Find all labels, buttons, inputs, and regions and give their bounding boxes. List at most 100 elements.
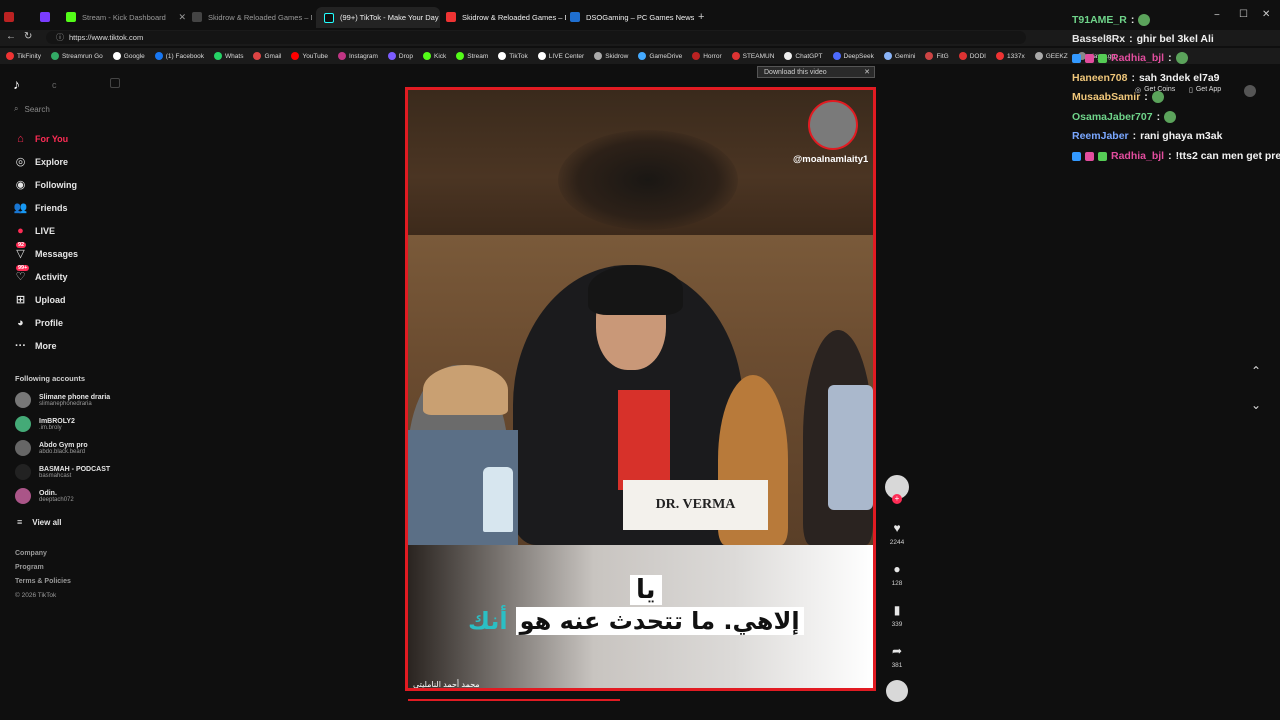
nav-item-profile[interactable]: ◕ Profile: [14, 316, 63, 329]
tab-skidrow-2[interactable]: Skidrow & Reloaded Games – Do✕: [446, 8, 566, 26]
bookmark-item[interactable]: (1) Facebook: [154, 52, 204, 60]
like-button[interactable]: ♥ 2244: [885, 521, 909, 546]
close-icon[interactable]: ✕: [864, 68, 870, 76]
bookmark-item[interactable]: Google: [112, 52, 145, 60]
tab-skidrow-1[interactable]: Skidrow & Reloaded Games – Do✕: [192, 8, 312, 26]
chat-badge-icon: [1085, 53, 1094, 63]
tab-tiktok-active[interactable]: (99+) TikTok - Make Your Day✕: [316, 7, 440, 28]
reload-icon[interactable]: ↻: [24, 31, 32, 42]
footer-terms-link[interactable]: Terms & Policies: [15, 578, 71, 585]
video-progress-bar[interactable]: [408, 699, 620, 701]
follow-plus-icon[interactable]: +: [892, 494, 902, 504]
bookmark-item[interactable]: Drop: [387, 52, 413, 60]
bookmark-item[interactable]: GameDrive: [638, 52, 682, 60]
comment-button[interactable]: ● 128: [885, 562, 909, 587]
bookmark-item[interactable]: TikFinity: [6, 52, 41, 60]
bookmark-item[interactable]: ChatGPT: [784, 52, 823, 60]
bookmark-item[interactable]: GEEKZ: [1034, 52, 1068, 60]
nav-item-friends[interactable]: 👥 Friends: [14, 201, 68, 214]
bookmark-favicon-icon: [214, 52, 223, 60]
view-all-link[interactable]: ≡ View all: [17, 517, 61, 527]
previous-video-icon[interactable]: ⌃: [1251, 364, 1261, 378]
tiktok-logo-icon[interactable]: ♪: [13, 76, 20, 92]
tiktok-sidebar: ♪ c ⌕ Search ⌂ For You ◎ Explore ◉ Following 👥…: [0, 66, 260, 720]
get-app-button[interactable]: ▯ Get App: [1189, 86, 1221, 94]
window-minimize-icon[interactable]: −: [1214, 10, 1220, 21]
bookmark-item[interactable]: YouTube: [291, 52, 328, 60]
friends-icon: 👥: [13, 202, 28, 214]
bookmark-item[interactable]: TikTok: [498, 52, 528, 60]
account-name: Odin.: [39, 489, 57, 497]
bookmark-item[interactable]: DODI: [958, 52, 986, 60]
share-button[interactable]: ➦ 381: [885, 644, 909, 669]
author-follow-avatar[interactable]: +: [885, 475, 909, 504]
user-avatar[interactable]: [1244, 85, 1256, 97]
following-account[interactable]: BASMAH - PODCAST basmahcast: [15, 464, 110, 480]
window-close-icon[interactable]: ✕: [1262, 9, 1270, 20]
bookmark-item[interactable]: Streamrun Go: [50, 52, 103, 60]
chat-username: T91AME_R: [1072, 14, 1127, 26]
back-icon[interactable]: ←: [6, 31, 16, 42]
search-input[interactable]: ⌕ Search: [14, 104, 50, 114]
bookmark-item[interactable]: 1337x: [995, 52, 1025, 60]
video-player[interactable]: DR. VERMA يا أنك إلاهي. ما تتحدث عنه هو …: [405, 87, 876, 691]
chat-username: Haneen708: [1072, 72, 1128, 84]
footer-program-link[interactable]: Program: [15, 564, 44, 571]
nav-label: Activity: [35, 271, 68, 282]
account-name: Abdo Gym pro: [39, 441, 88, 449]
tab-close-icon[interactable]: ✕: [178, 12, 186, 23]
window-maximize-icon[interactable]: ☐: [1239, 9, 1248, 20]
nav-item-messages[interactable]: ▽ 92 Messages: [14, 242, 78, 260]
subtitle-line-2: أنك إلاهي. ما تتحدث عنه هو: [468, 607, 804, 635]
url-field[interactable]: ⓘ https://www.tiktok.com: [46, 31, 1026, 44]
nav-item-following[interactable]: ◉ Following: [14, 178, 77, 191]
tab-pinned-2[interactable]: [40, 8, 60, 26]
bookmark-item[interactable]: Instagram: [338, 52, 378, 60]
save-button[interactable]: ▮ 339: [885, 603, 909, 628]
tab-dsogaming[interactable]: DSOGaming – PC Games News, S✕: [570, 8, 694, 26]
next-video-icon[interactable]: ⌄: [1251, 398, 1261, 412]
search-icon: ⌕: [14, 104, 19, 113]
nav-item-for-you[interactable]: ⌂ For You: [14, 132, 68, 145]
chat-badge-icon: [1098, 151, 1107, 161]
avatar: [15, 464, 31, 480]
bookmark-favicon-icon: [498, 52, 507, 60]
bookmark-favicon-icon: [1034, 52, 1043, 60]
following-account[interactable]: Odin. deeptach072: [15, 488, 74, 504]
nav-item-upload[interactable]: ⊞ Upload: [14, 293, 66, 306]
nav-item-live[interactable]: ● LIVE: [14, 224, 55, 237]
bookmark-favicon-icon: [832, 52, 841, 60]
water-flask: [828, 385, 873, 510]
bookmark-item[interactable]: Gmail: [253, 52, 281, 60]
creator-handle[interactable]: @moalnamlaity1: [793, 154, 868, 165]
chat-text: ghir bel 3kel Ali: [1136, 33, 1214, 45]
bookmark-item[interactable]: Gemini: [883, 52, 915, 60]
tab-pinned-1[interactable]: [4, 8, 28, 26]
tiktok-favicon-icon: [324, 12, 334, 23]
bookmark-item[interactable]: FitG: [925, 52, 949, 60]
following-account[interactable]: Slimane phone draria slimanephonedraria: [15, 392, 110, 408]
bookmark-favicon-icon: [692, 52, 701, 60]
account-handle: .im.broly: [39, 424, 62, 431]
music-disc[interactable]: [885, 680, 909, 702]
nav-item-activity[interactable]: ♡ 99+ Activity: [14, 265, 68, 283]
bookmark-item[interactable]: Skidrow: [594, 52, 628, 60]
bookmark-item[interactable]: Whats: [214, 52, 243, 60]
tab-kick-dashboard[interactable]: Stream - Kick Dashboard ✕: [66, 8, 186, 26]
nav-item-more[interactable]: ··· More: [14, 339, 57, 352]
bookmark-item[interactable]: Horror: [692, 52, 722, 60]
bookmark-item[interactable]: DeepSeek: [832, 52, 874, 60]
bookmark-item[interactable]: LIVE Center: [537, 52, 584, 60]
download-video-banner[interactable]: Download this video ✕: [757, 66, 875, 78]
site-info-icon[interactable]: ⓘ: [56, 32, 64, 43]
bookmark-item[interactable]: STEAMUN: [731, 52, 774, 60]
collapse-sidebar-icon[interactable]: [110, 78, 120, 88]
following-account[interactable]: Abdo Gym pro abdo.black.beard: [15, 440, 88, 456]
following-account[interactable]: ImBROLY2 .im.broly: [15, 416, 75, 432]
bookmark-item[interactable]: Kick: [423, 52, 446, 60]
footer-company-link[interactable]: Company: [15, 550, 47, 557]
creator-avatar[interactable]: [808, 100, 858, 150]
nav-item-explore[interactable]: ◎ Explore: [14, 155, 68, 168]
bookmark-item[interactable]: Stream: [456, 52, 488, 60]
new-tab-button[interactable]: +: [698, 8, 712, 26]
